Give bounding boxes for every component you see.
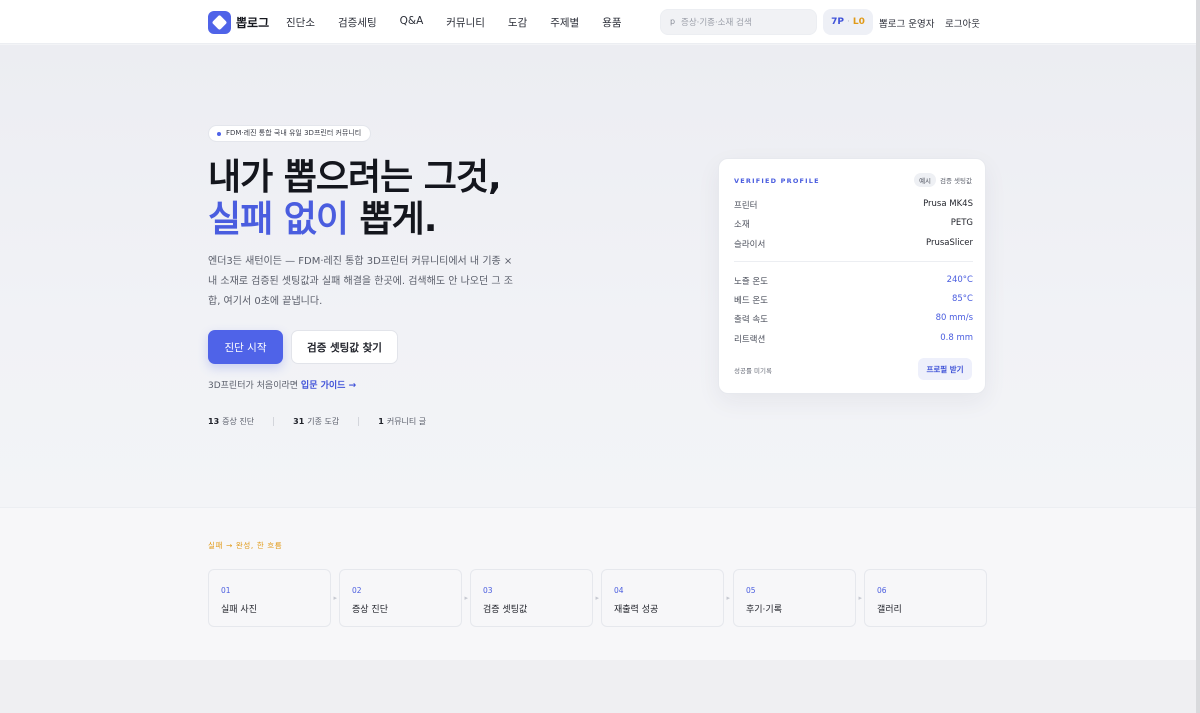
- headline-accent: 실패 없이: [208, 199, 349, 240]
- search-icon: p: [670, 17, 676, 26]
- logo-icon[interactable]: [208, 11, 231, 34]
- chevron-right-icon: ▸: [858, 594, 862, 602]
- hero-stats: 13 증상 진단 31 기종 도감 1 커뮤니티 글: [208, 416, 426, 427]
- card-tag-text: 검증 셋팅값: [940, 177, 972, 185]
- flow-step[interactable]: 06 갤러리: [864, 569, 987, 627]
- flow-step[interactable]: 05 후기·기록 ▸: [733, 569, 862, 627]
- search-box[interactable]: p: [660, 9, 817, 35]
- menu-item-encyclopedia[interactable]: 도감: [508, 15, 527, 30]
- headline-line-1: 내가 뽑으려는 그것,: [208, 157, 502, 198]
- example-badge: 예시: [914, 173, 937, 187]
- footer-band: [0, 660, 1196, 713]
- find-settings-button[interactable]: 검증 셋팅값 찾기: [291, 330, 398, 364]
- points-badge[interactable]: 7P · L0: [823, 9, 873, 35]
- start-diagnosis-button[interactable]: 진단 시작: [208, 330, 283, 364]
- stat-divider: [273, 417, 275, 426]
- menu-item-diagnosis[interactable]: 진단소: [286, 15, 315, 30]
- flow-step[interactable]: 01 실패 사진 ▸: [208, 569, 337, 627]
- chevron-right-icon: ▸: [464, 594, 468, 602]
- menu-item-verified-settings[interactable]: 검증세팅: [338, 15, 377, 30]
- level-value: L0: [852, 17, 865, 27]
- flow-step[interactable]: 03 검증 셋팅값 ▸: [470, 569, 599, 627]
- card-divider: [734, 261, 973, 262]
- card-tag: 예시 검증 셋팅값: [914, 173, 972, 187]
- chevron-right-icon: ▸: [595, 594, 599, 602]
- hero-headline: 내가 뽑으려는 그것, 실패 없이 뽑게.: [208, 157, 502, 241]
- chevron-right-icon: ▸: [726, 594, 730, 602]
- headline-line-2: 실패 없이 뽑게.: [208, 199, 501, 241]
- profile-row: 슬라이서 PrusaSlicer: [734, 238, 973, 250]
- flow-section: [0, 507, 1196, 660]
- get-profile-button[interactable]: 프로필 받기: [918, 358, 972, 380]
- stat-encyclopedia: 31 기종 도감: [293, 417, 340, 426]
- stat-community: 1 커뮤니티 글: [378, 417, 427, 426]
- beginner-guide: 3D프린터가 처음이라면 입문 가이드 →: [208, 378, 356, 391]
- logout-link[interactable]: 로그아웃: [945, 16, 980, 30]
- setting-row: 베드 온도 85°C: [734, 294, 973, 306]
- verified-profile-card: VERIFIED PROFILE 예시 검증 셋팅값 프린터 Prusa MK4S…: [718, 158, 986, 394]
- arrow-right-icon: →: [348, 381, 357, 391]
- points-value: 7P: [831, 17, 844, 27]
- scrollbar-track[interactable]: [1196, 0, 1200, 713]
- flow-step[interactable]: 04 재출력 성공 ▸: [601, 569, 730, 627]
- search-input[interactable]: [681, 14, 811, 31]
- chevron-right-icon: ▸: [333, 594, 337, 602]
- setting-row: 리트랙션 0.8 mm: [734, 333, 973, 345]
- headline-rest: 뽑게.: [348, 199, 438, 240]
- tagline-pill: FDM·레진 통합 국내 유일 3D프린터 커뮤니티: [208, 125, 372, 142]
- menu-item-community[interactable]: 커뮤니티: [446, 15, 485, 30]
- stat-divider: [358, 417, 360, 426]
- menu-item-qna[interactable]: Q&A: [400, 15, 424, 30]
- page: 뽑로그 진단소 검증세팅 Q&A 커뮤니티 도감 주제별 용품 p 7P · L…: [0, 0, 1200, 713]
- menu-item-topics[interactable]: 주제별: [550, 15, 579, 30]
- stat-diagnosis: 13 증상 진단: [208, 417, 255, 426]
- menu-item-supplies[interactable]: 용품: [602, 15, 621, 30]
- profile-row: 프린터 Prusa MK4S: [734, 199, 973, 211]
- flow-step[interactable]: 02 증상 진단 ▸: [339, 569, 468, 627]
- card-label: VERIFIED PROFILE: [734, 177, 820, 185]
- admin-link[interactable]: 뽑로그 운영자: [879, 16, 934, 30]
- hero-section: [0, 45, 1196, 507]
- main-menu: 진단소 검증세팅 Q&A 커뮤니티 도감 주제별 용품: [286, 15, 645, 30]
- points-separator: ·: [846, 17, 850, 27]
- profile-row: 소재 PETG: [734, 218, 973, 230]
- setting-row: 출력 속도 80 mm/s: [734, 313, 973, 325]
- beginner-guide-link[interactable]: 입문 가이드 →: [301, 381, 356, 391]
- setting-row: 노즐 온도 240°C: [734, 275, 973, 287]
- top-nav: 뽑로그 진단소 검증세팅 Q&A 커뮤니티 도감 주제별 용품 p 7P · L…: [0, 0, 1196, 44]
- hero-description: 엔더3든 새턴이든 — FDM·레진 통합 3D프린터 커뮤니티에서 내 기종 …: [208, 256, 513, 307]
- logo-text[interactable]: 뽑로그: [236, 14, 269, 31]
- guide-prefix: 3D프린터가 처음이라면: [208, 381, 299, 391]
- success-rate-note: 성공률 미기록: [734, 367, 772, 375]
- flow-title: 실패 → 완성, 한 흐름: [208, 541, 283, 550]
